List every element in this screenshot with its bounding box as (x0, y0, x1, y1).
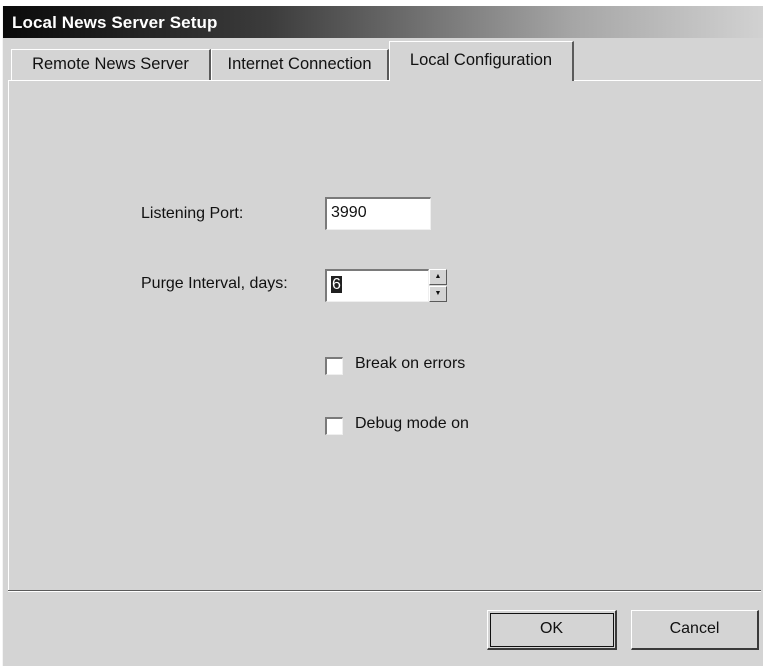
window-title: Local News Server Setup (12, 13, 218, 32)
listening-port-label: Listening Port: (141, 205, 244, 222)
spin-up-button[interactable]: ▲ (429, 269, 447, 285)
purge-interval-value: 6 (331, 276, 342, 293)
purge-interval-input[interactable]: 6 (325, 269, 429, 302)
debug-mode-label[interactable]: Debug mode on (355, 415, 469, 433)
spin-down-button[interactable]: ▼ (429, 286, 447, 302)
tab-local-configuration[interactable]: Local Configuration (389, 41, 574, 81)
tab-panel-local-configuration: Listening Port: 3990 Purge Interval, day… (8, 80, 761, 590)
purge-interval-label: Purge Interval, days: (141, 275, 288, 292)
ok-button[interactable]: OK (487, 610, 617, 650)
break-on-errors-checkbox[interactable] (325, 357, 343, 375)
tab-remote-news-server[interactable]: Remote News Server (11, 49, 211, 80)
dialog-window: Local News Server Setup Remote News Serv… (2, 6, 763, 666)
tab-internet-connection[interactable]: Internet Connection (211, 49, 389, 80)
up-arrow-icon: ▲ (434, 273, 442, 280)
listening-port-input[interactable]: 3990 (325, 197, 431, 230)
separator (8, 590, 761, 592)
tab-strip: Remote News Server Internet Connection L… (3, 41, 763, 81)
cancel-button[interactable]: Cancel (631, 610, 759, 650)
break-on-errors-label[interactable]: Break on errors (355, 355, 465, 373)
debug-mode-checkbox[interactable] (325, 417, 343, 435)
down-arrow-icon: ▼ (434, 290, 442, 297)
title-bar[interactable]: Local News Server Setup (3, 6, 763, 38)
